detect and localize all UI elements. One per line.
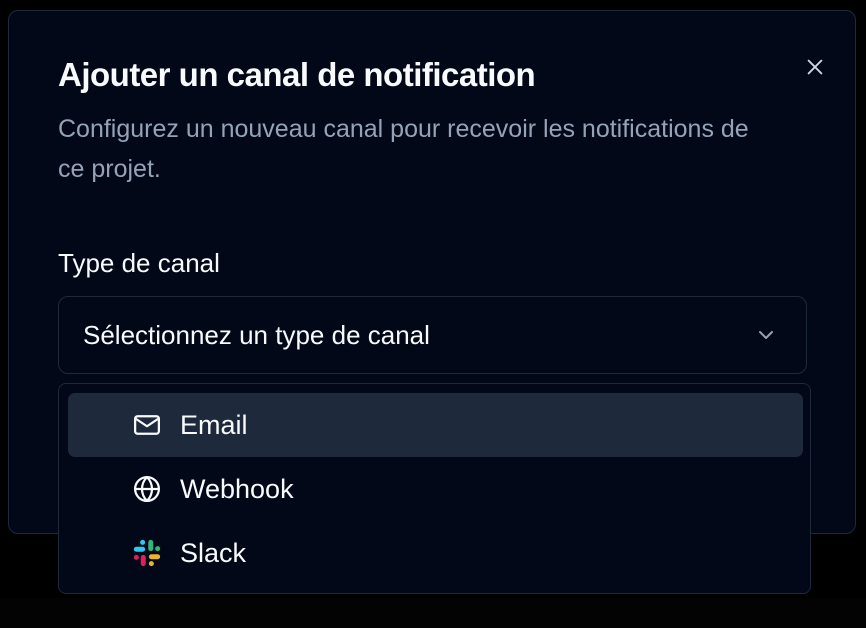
dialog-title: Ajouter un canal de notification — [58, 56, 536, 93]
mail-icon — [132, 410, 162, 440]
chevron-down-icon — [759, 331, 773, 339]
slack-icon — [132, 538, 162, 568]
option-webhook-label: Webhook — [180, 473, 294, 504]
close-button[interactable] — [799, 51, 831, 83]
dialog-description: Configurez un nouveau canal pour recevoi… — [58, 115, 749, 183]
option-email[interactable]: Email — [68, 393, 803, 457]
channel-type-dropdown: Email Webhook Slack — [58, 383, 811, 594]
channel-type-label: Type de canal — [58, 248, 220, 278]
option-webhook[interactable]: Webhook — [68, 457, 803, 521]
select-placeholder: Sélectionnez un type de canal — [83, 319, 430, 350]
option-slack-label: Slack — [180, 537, 247, 568]
option-slack[interactable]: Slack — [68, 521, 803, 585]
channel-type-select[interactable]: Sélectionnez un type de canal — [58, 296, 807, 374]
option-email-label: Email — [180, 409, 248, 440]
page-background-band — [0, 598, 866, 628]
close-icon — [807, 59, 823, 75]
globe-icon — [132, 474, 162, 504]
